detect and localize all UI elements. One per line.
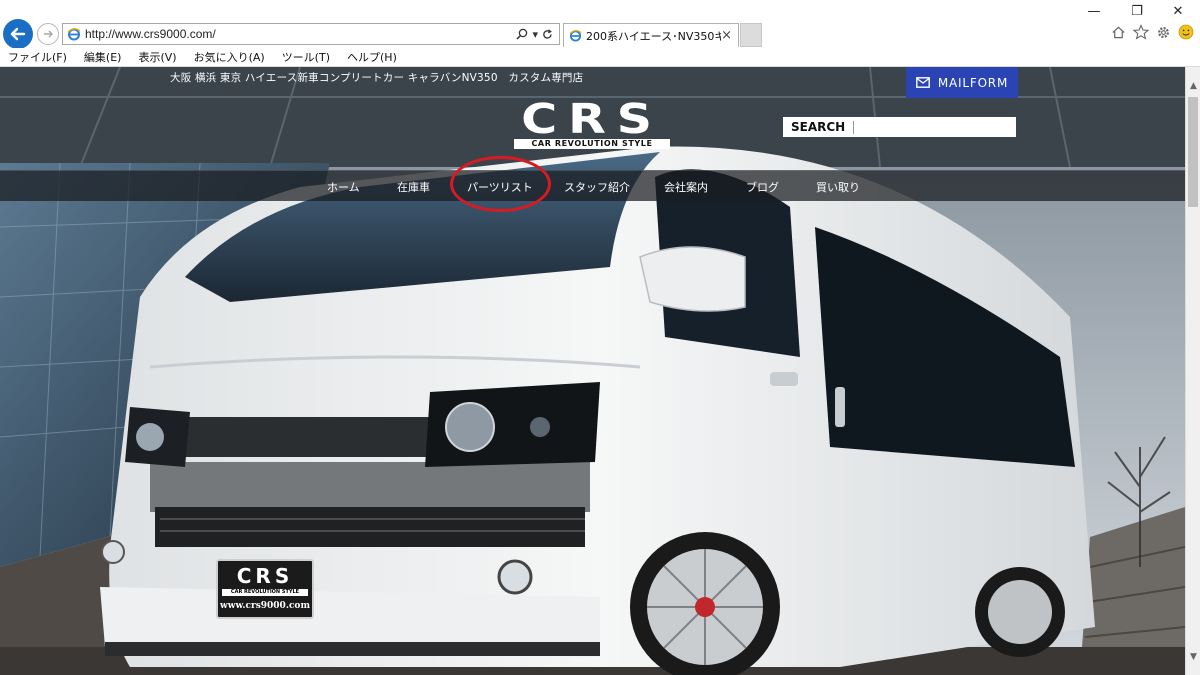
scrollbar-thumb[interactable]	[1188, 97, 1198, 207]
smiley-icon[interactable]	[1178, 24, 1194, 40]
plate-subtitle: CAR REVOLUTION STYLE	[222, 589, 308, 596]
scroll-up-icon[interactable]: ▲	[1188, 81, 1199, 92]
home-icon[interactable]	[1111, 25, 1126, 40]
parts-list-highlight-circle	[450, 156, 551, 212]
search-label: SEARCH	[783, 120, 855, 134]
menu-tools[interactable]: ツール(T)	[274, 49, 339, 65]
logo-wordmark: CRS	[521, 95, 663, 143]
license-plate: CRS CAR REVOLUTION STYLE www.crs9000.com	[216, 559, 314, 619]
plate-url: www.crs9000.com	[220, 601, 310, 611]
gear-icon[interactable]	[1156, 25, 1171, 40]
tab-title: 200系ハイエース･NV350キャラ...	[586, 29, 722, 43]
back-button[interactable]	[3, 19, 33, 49]
close-window-icon[interactable]: ✕	[1168, 4, 1188, 19]
scroll-down-icon[interactable]: ▼	[1188, 652, 1199, 663]
dropdown-icon[interactable]: ▾	[532, 28, 538, 41]
mailform-label: MAILFORM	[937, 75, 1009, 90]
vertical-scrollbar[interactable]: ▲ ▼	[1185, 67, 1200, 675]
close-tab-icon[interactable]: ×	[721, 28, 732, 43]
site-nav: ホーム 在庫車 パーツリスト スタッフ紹介 会社案内 ブログ 買い取り	[0, 170, 1185, 201]
back-arrow-icon	[10, 27, 26, 41]
new-tab-button[interactable]	[740, 23, 762, 47]
nav-blog[interactable]: ブログ	[746, 179, 779, 195]
site-logo[interactable]: CRS CAR REVOLUTION STYLE	[512, 99, 672, 151]
menu-edit[interactable]: 編集(E)	[76, 49, 131, 65]
favorites-star-icon[interactable]	[1133, 24, 1149, 40]
menu-view[interactable]: 表示(V)	[130, 49, 185, 65]
refresh-icon[interactable]	[542, 28, 553, 40]
address-bar[interactable]: http://www.crs9000.com/ ▾	[62, 23, 560, 45]
menu-file[interactable]: ファイル(F)	[0, 49, 76, 65]
menu-bar: ファイル(F) 編集(E) 表示(V) お気に入り(A) ツール(T) ヘルプ(…	[0, 48, 1200, 67]
nav-staff[interactable]: スタッフ紹介	[564, 179, 630, 195]
mailform-button[interactable]: MAILFORM	[906, 67, 1018, 98]
ie-logo-icon	[569, 29, 582, 42]
logo-subtitle: CAR REVOLUTION STYLE	[514, 139, 670, 149]
nav-stock[interactable]: 在庫車	[397, 179, 430, 195]
browser-titlebar: http://www.crs9000.com/ ▾ 200系ハイエース･NV35…	[0, 0, 1200, 49]
mail-icon	[915, 77, 930, 88]
forward-button[interactable]	[37, 23, 59, 45]
forward-arrow-icon	[44, 30, 54, 38]
search-input[interactable]	[854, 118, 1016, 136]
site-tagline: 大阪 横浜 東京 ハイエース新車コンプリートカー キャラバンNV350 カスタム…	[170, 72, 584, 84]
ie-logo-icon	[67, 28, 81, 41]
nav-company[interactable]: 会社案内	[664, 179, 708, 195]
browser-tab[interactable]: 200系ハイエース･NV350キャラ... ×	[563, 23, 739, 47]
nav-buyback[interactable]: 買い取り	[816, 179, 860, 195]
page-viewport: 大阪 横浜 東京 ハイエース新車コンプリートカー キャラバンNV350 カスタム…	[0, 67, 1185, 675]
menu-help[interactable]: ヘルプ(H)	[339, 49, 406, 65]
search-icon[interactable]	[516, 28, 528, 40]
menu-favorites[interactable]: お気に入り(A)	[186, 49, 274, 65]
site-search: SEARCH	[783, 117, 1016, 137]
plate-logo: CRS	[236, 564, 294, 588]
restore-icon[interactable]: ❐	[1127, 4, 1147, 19]
hero-van-image	[0, 67, 1185, 675]
nav-home[interactable]: ホーム	[327, 179, 360, 195]
minimize-icon[interactable]: —	[1084, 4, 1104, 19]
url-text[interactable]: http://www.crs9000.com/	[85, 27, 516, 41]
